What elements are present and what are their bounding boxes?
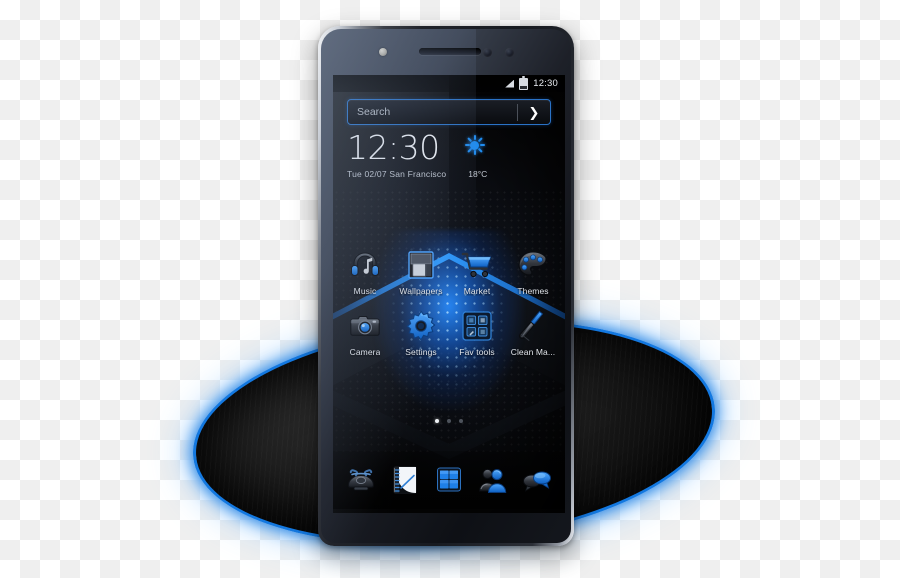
music-headphones-icon bbox=[347, 247, 383, 283]
app-label: Themes bbox=[517, 286, 549, 296]
app-icon-settings[interactable]: Settings bbox=[395, 308, 447, 357]
app-label: Wallpapers bbox=[399, 286, 443, 296]
dock-item-contacts[interactable] bbox=[475, 463, 511, 497]
dock-item-notes[interactable] bbox=[387, 463, 423, 497]
status-bar: 12:30 bbox=[333, 75, 565, 92]
earpiece-speaker-icon bbox=[419, 48, 481, 55]
phone-screen[interactable]: 12:30 Search ❯ 12:30 Tue 02/07 San Franc… bbox=[333, 75, 565, 513]
proximity-sensor-icon bbox=[483, 48, 492, 57]
chevron-right-icon[interactable]: ❯ bbox=[518, 106, 550, 119]
wallpaper-picture-icon bbox=[403, 247, 439, 283]
camera-icon bbox=[347, 308, 383, 344]
clock-subline: Tue 02/07 San Francisco 18°C bbox=[347, 169, 555, 179]
phone-bottom-bezel bbox=[321, 513, 571, 543]
folder-tools-icon bbox=[459, 308, 495, 344]
app-label: Fav tools bbox=[459, 347, 495, 357]
page-dot-active[interactable] bbox=[435, 419, 439, 423]
signal-icon bbox=[505, 79, 515, 88]
phone-frame: 12:30 Search ❯ 12:30 Tue 02/07 San Franc… bbox=[321, 29, 571, 543]
clock-time: 12:30 bbox=[347, 128, 440, 167]
clock-weather-widget[interactable]: 12:30 Tue 02/07 San Francisco 18°C bbox=[347, 131, 555, 180]
page-dot[interactable] bbox=[447, 419, 451, 423]
app-icon-market[interactable]: Market bbox=[451, 247, 503, 296]
app-icon-camera[interactable]: Camera bbox=[339, 308, 391, 357]
app-row-1: Music Wallpapers Market Themes bbox=[333, 247, 565, 296]
weather-temperature: 18°C bbox=[468, 169, 488, 179]
broom-clean-icon bbox=[515, 308, 551, 344]
dock-bar bbox=[333, 451, 565, 509]
app-icon-music[interactable]: Music bbox=[339, 247, 391, 296]
app-grid: Music Wallpapers Market Themes Camera Se… bbox=[333, 247, 565, 369]
scene-stage: 12:30 Search ❯ 12:30 Tue 02/07 San Franc… bbox=[0, 0, 900, 578]
paint-palette-icon bbox=[515, 247, 551, 283]
search-input[interactable]: Search bbox=[348, 106, 517, 118]
app-row-2: Camera Settings Fav tools Clean Ma... bbox=[333, 308, 565, 357]
light-sensor-icon bbox=[505, 48, 514, 57]
app-icon-fav-tools[interactable]: Fav tools bbox=[451, 308, 503, 357]
app-icon-clean-master[interactable]: Clean Ma... bbox=[507, 308, 559, 357]
phone-top-bezel bbox=[321, 29, 571, 75]
app-label: Settings bbox=[405, 347, 437, 357]
app-icon-themes[interactable]: Themes bbox=[507, 247, 559, 296]
gear-icon bbox=[403, 308, 439, 344]
page-indicator[interactable] bbox=[333, 419, 565, 423]
page-dot[interactable] bbox=[459, 419, 463, 423]
search-bar[interactable]: Search ❯ bbox=[347, 99, 551, 125]
dock-item-phone[interactable] bbox=[343, 463, 379, 497]
app-icon-wallpapers[interactable]: Wallpapers bbox=[395, 247, 447, 296]
clock-date-location: Tue 02/07 San Francisco bbox=[347, 169, 447, 179]
dock-item-messages[interactable] bbox=[519, 463, 555, 497]
front-camera-icon bbox=[379, 48, 387, 56]
clock-row: 12:30 bbox=[347, 131, 555, 165]
app-label: Music bbox=[353, 286, 377, 296]
app-label: Camera bbox=[349, 347, 381, 357]
status-bar-clock: 12:30 bbox=[533, 78, 558, 89]
app-label: Market bbox=[463, 286, 491, 296]
dock-item-app-drawer[interactable] bbox=[431, 463, 467, 497]
shopping-cart-icon bbox=[459, 247, 495, 283]
app-label: Clean Ma... bbox=[510, 347, 556, 357]
sun-icon bbox=[464, 135, 485, 155]
phone-device: 12:30 Search ❯ 12:30 Tue 02/07 San Franc… bbox=[318, 26, 574, 546]
battery-icon bbox=[519, 75, 529, 90]
